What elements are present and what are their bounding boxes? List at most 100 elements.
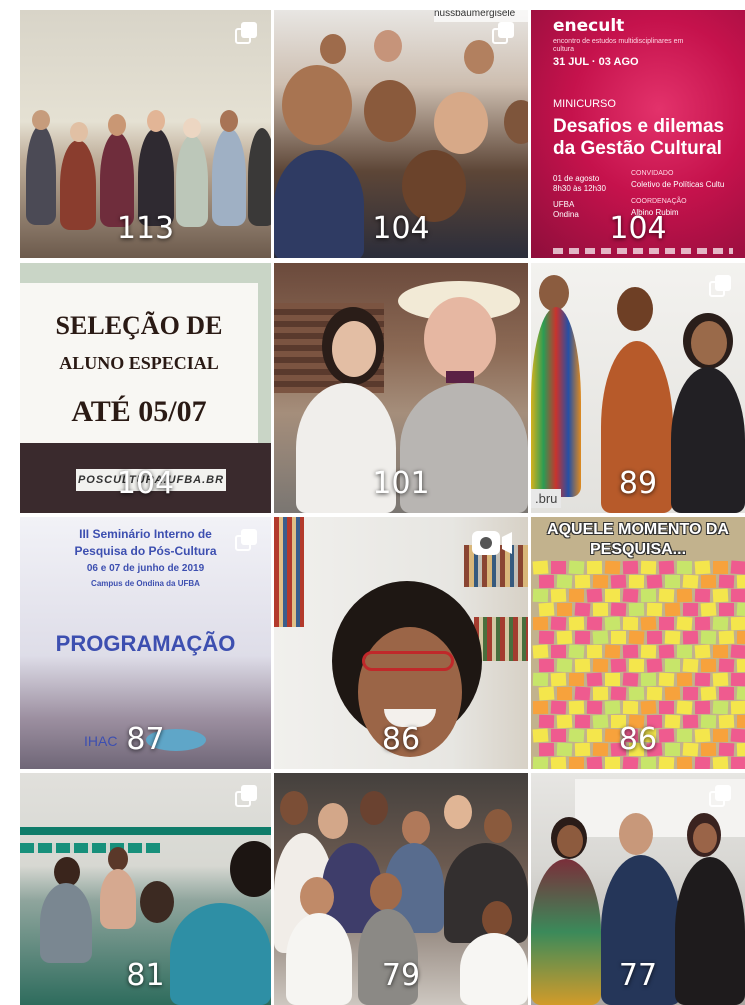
grid-post-12[interactable]: 77 <box>531 773 745 1005</box>
like-count: 86 <box>618 722 658 757</box>
sticky-note <box>557 687 572 700</box>
sticky-note <box>646 686 663 701</box>
sticky-note <box>712 756 729 769</box>
sticky-note <box>551 645 566 658</box>
sticky-note <box>646 574 663 589</box>
poster-line-4: Campus de Ondina da UFBA <box>91 579 200 588</box>
sticky-note <box>538 630 555 645</box>
sticky-note <box>646 630 663 645</box>
sticky-note <box>694 616 711 631</box>
sticky-note <box>568 588 585 603</box>
grid-post-5[interactable]: 101 <box>274 263 528 513</box>
sticky-note <box>700 658 717 673</box>
sticky-note <box>676 756 693 769</box>
sticky-note <box>532 588 549 603</box>
sticky-note <box>532 644 549 659</box>
sticky-note <box>538 658 555 673</box>
sticky-note <box>730 560 745 575</box>
sticky-note <box>538 686 555 701</box>
multiple-photos-icon <box>235 785 257 807</box>
sticky-note <box>550 756 567 769</box>
sticky-note <box>622 616 639 631</box>
sticky-note <box>736 658 745 673</box>
grid-post-7[interactable]: III Seminário Interno de Pesquisa do Pós… <box>20 517 271 769</box>
like-count: 87 <box>126 722 165 757</box>
sticky-note <box>719 603 734 616</box>
grid-post-3[interactable]: enecult encontro de estudos multidiscipl… <box>531 10 745 258</box>
like-count: 77 <box>618 958 658 993</box>
sticky-note <box>694 700 711 715</box>
sticky-note <box>640 616 657 631</box>
sticky-note <box>694 560 711 575</box>
sticky-note <box>640 644 657 659</box>
sticky-note <box>532 672 549 687</box>
sticky-note <box>682 602 699 617</box>
sticky-note <box>719 687 734 700</box>
multiple-photos-icon <box>235 22 257 44</box>
sticky-note <box>610 686 627 701</box>
sticky-note <box>568 672 585 687</box>
sticky-note <box>622 560 639 575</box>
sticky-note <box>700 686 717 701</box>
sticky-note <box>718 658 735 673</box>
sticky-note <box>532 700 549 715</box>
sticky-note <box>700 602 717 617</box>
sticky-note <box>550 672 567 687</box>
sticky-note <box>592 630 609 645</box>
like-count: 101 <box>372 466 430 501</box>
sticky-note <box>700 630 717 645</box>
grid-post-9[interactable]: AQUELE MOMENTO DA PESQUISA... 86 <box>531 517 745 769</box>
sticky-note <box>640 700 657 715</box>
sticky-note <box>550 616 567 631</box>
sticky-note <box>557 603 572 616</box>
grid-post-4[interactable]: SELEÇÃO DE ALUNO ESPECIAL ATÉ 05/07 POSC… <box>20 263 271 513</box>
poster-line-2: Pesquisa do Pós-Cultura <box>74 544 217 558</box>
sticky-note <box>676 644 693 659</box>
poster-guest-label: CONVIDADO <box>631 170 674 177</box>
sticky-note <box>586 672 603 687</box>
sticky-note <box>664 686 681 701</box>
sticky-note <box>730 588 745 603</box>
poster-dates: 31 JUL · 03 AGO <box>553 56 639 68</box>
sticky-note <box>664 630 681 645</box>
like-count: 104 <box>116 466 175 501</box>
sticky-note <box>586 644 603 659</box>
sticky-note <box>568 616 585 631</box>
like-count: 81 <box>126 958 165 993</box>
sticky-note <box>610 574 627 589</box>
sticky-note <box>604 616 621 631</box>
sticky-note <box>736 686 745 701</box>
sticky-note <box>640 756 657 769</box>
sticky-note <box>605 589 620 602</box>
multiple-photos-icon <box>709 275 731 297</box>
sticky-note <box>592 574 609 589</box>
sticky-note <box>538 574 555 589</box>
sticky-note <box>694 588 711 603</box>
sticky-note <box>730 700 745 715</box>
poster-brand: enecult <box>553 16 625 36</box>
sticky-note <box>592 686 609 701</box>
sticky-note <box>622 672 639 687</box>
sticky-note <box>676 560 693 575</box>
sticky-note <box>628 630 645 645</box>
grid-post-10[interactable]: 81 <box>20 773 271 1005</box>
sticky-note <box>658 672 675 687</box>
sticky-note <box>736 602 745 617</box>
grid-post-11[interactable]: 79 <box>274 773 528 1005</box>
grid-post-8[interactable]: 86 <box>274 517 528 769</box>
sticky-note <box>694 756 711 769</box>
sticky-note <box>622 756 639 769</box>
grid-post-2[interactable]: nussbaumergisele 104 <box>274 10 528 258</box>
grid-post-6[interactable]: .bru 89 <box>531 263 745 513</box>
sticky-note <box>659 617 674 630</box>
like-count: 113 <box>116 211 175 246</box>
sticky-note <box>646 658 663 673</box>
grid-post-1[interactable]: 113 <box>20 10 271 258</box>
sticky-note <box>532 616 549 631</box>
sticky-note <box>676 700 693 715</box>
like-count: 104 <box>609 211 667 246</box>
header-username: nussbaumergisele <box>434 10 528 22</box>
sticky-note <box>712 616 729 631</box>
sticky-note <box>665 575 680 588</box>
sticky-note <box>556 658 573 673</box>
